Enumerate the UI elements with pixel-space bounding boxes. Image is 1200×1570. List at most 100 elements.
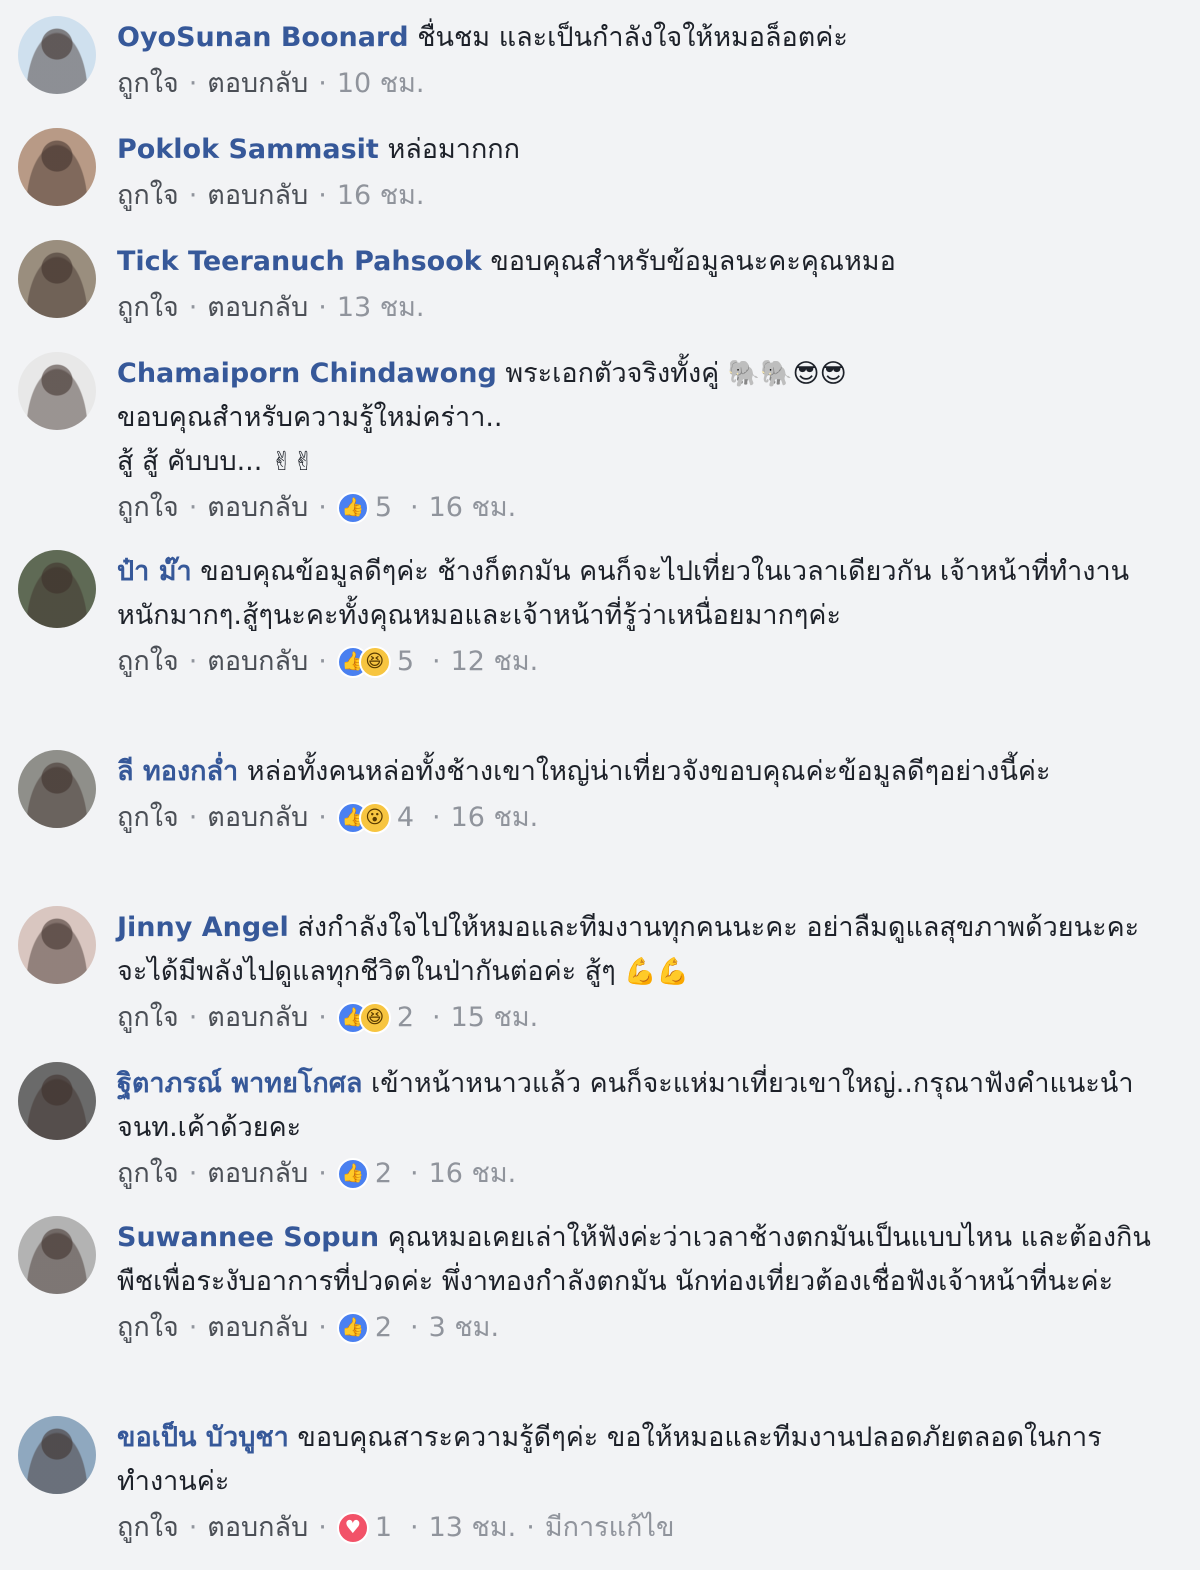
reply-link[interactable]: ตอบกลับ (207, 1306, 308, 1350)
like-link[interactable]: ถูกใจ (117, 1506, 179, 1550)
reply-link[interactable]: ตอบกลับ (207, 796, 308, 840)
reply-link[interactable]: ตอบกลับ (207, 486, 308, 530)
separator: · (318, 646, 327, 677)
reaction-summary[interactable]: 👍 😆 2 (336, 996, 414, 1040)
comment-time[interactable]: 12 ชม. (451, 640, 539, 684)
separator: · (188, 802, 198, 833)
commenter-name[interactable]: ขอเป็น บัวบูชา (117, 1422, 289, 1453)
comment-time[interactable]: 16 ชม. (429, 486, 517, 530)
reaction-count: 4 (396, 802, 414, 833)
like-link[interactable]: ถูกใจ (117, 1306, 179, 1350)
avatar[interactable] (18, 906, 96, 984)
haha-reaction-icon: 😆 (358, 1002, 391, 1034)
avatar-silhouette (18, 1216, 96, 1294)
edited-label[interactable]: มีการแก้ไข (545, 1506, 675, 1550)
separator: · (318, 1002, 327, 1033)
separator: · (432, 646, 441, 677)
emoji-flexed-biceps: 💪💪 (624, 957, 690, 987)
comment-time[interactable]: 13 ชม. (337, 286, 425, 330)
separator: · (188, 180, 198, 211)
reply-link[interactable]: ตอบกลับ (207, 640, 308, 684)
separator: · (410, 1312, 419, 1343)
wow-reaction-icon: 😮 (358, 802, 391, 834)
separator: · (188, 646, 198, 677)
commenter-name[interactable]: Suwannee Sopun (117, 1222, 379, 1253)
comment-text: ชื่นชม และเป็นกำลังใจให้หมอล็อตค่ะ (417, 22, 848, 53)
reply-link[interactable]: ตอบกลับ (207, 174, 308, 218)
like-link[interactable]: ถูกใจ (117, 640, 179, 684)
reaction-summary[interactable]: 👍 2 (336, 1306, 392, 1350)
avatar[interactable] (18, 128, 96, 206)
comment-time[interactable]: 13 ชม. (429, 1506, 517, 1550)
separator: · (318, 68, 327, 99)
avatar[interactable] (18, 16, 96, 94)
reaction-count: 1 (374, 1512, 392, 1543)
comment-time[interactable]: 15 ชม. (451, 996, 539, 1040)
comment-time[interactable]: 16 ชม. (451, 796, 539, 840)
avatar[interactable] (18, 240, 96, 318)
like-reaction-icon: 👍 (336, 1158, 369, 1190)
separator: · (188, 1158, 198, 1189)
comment-time[interactable]: 16 ชม. (429, 1152, 517, 1196)
like-link[interactable]: ถูกใจ (117, 486, 179, 530)
separator: · (318, 180, 327, 211)
like-reaction-icon: 👍 (336, 492, 369, 524)
avatar[interactable] (18, 550, 96, 628)
commenter-name[interactable]: OyoSunan Boonard (117, 22, 409, 53)
comment-text: หล่อมากกก (387, 134, 520, 165)
like-link[interactable]: ถูกใจ (117, 62, 179, 106)
reaction-summary[interactable]: 👍 😮 4 (336, 796, 414, 840)
commenter-name[interactable]: ลี ทองกล่ำ (117, 756, 238, 787)
reaction-summary[interactable]: ♥ 1 (336, 1506, 392, 1550)
separator: · (318, 492, 327, 523)
avatar[interactable] (18, 1062, 96, 1140)
avatar[interactable] (18, 352, 96, 430)
reaction-summary[interactable]: 👍 2 (336, 1152, 392, 1196)
commenter-name[interactable]: ฐิตาภรณ์ พาทยโกศล (117, 1068, 362, 1099)
reaction-summary[interactable]: 👍 5 (336, 486, 392, 530)
commenter-name[interactable]: Poklok Sammasit (117, 134, 379, 165)
like-link[interactable]: ถูกใจ (117, 796, 179, 840)
reaction-count: 2 (396, 1002, 414, 1033)
reaction-count: 2 (374, 1158, 392, 1189)
commenter-name[interactable]: Chamaiporn Chindawong (117, 358, 497, 389)
reply-link[interactable]: ตอบกลับ (207, 1506, 308, 1550)
like-reaction-icon: 👍 (336, 1312, 369, 1344)
avatar-silhouette (18, 550, 96, 628)
reply-link[interactable]: ตอบกลับ (207, 996, 308, 1040)
commenter-name[interactable]: ป๋า ม๊า (117, 556, 192, 587)
avatar-silhouette (18, 906, 96, 984)
comment-time[interactable]: 3 ชม. (429, 1306, 499, 1350)
reply-link[interactable]: ตอบกลับ (207, 286, 308, 330)
reaction-summary[interactable]: 👍 😆 5 (336, 640, 414, 684)
like-link[interactable]: ถูกใจ (117, 174, 179, 218)
separator: · (188, 1512, 198, 1543)
like-link[interactable]: ถูกใจ (117, 996, 179, 1040)
reaction-count: 5 (374, 492, 392, 523)
like-link[interactable]: ถูกใจ (117, 1152, 179, 1196)
separator: · (432, 802, 441, 833)
commenter-name[interactable]: Tick Teeranuch Pahsook (117, 246, 482, 277)
separator: · (188, 1312, 198, 1343)
separator: · (318, 292, 327, 323)
reply-link[interactable]: ตอบกลับ (207, 1152, 308, 1196)
comment-list: OyoSunan Boonard ชื่นชม และเป็นกำลังใจให… (0, 0, 1200, 1570)
separator: · (318, 1512, 327, 1543)
reply-link[interactable]: ตอบกลับ (207, 62, 308, 106)
comment-time[interactable]: 10 ชม. (337, 62, 425, 106)
comment-text: พระเอกตัวจริงทั้งคู่ (505, 358, 728, 389)
separator: · (432, 1002, 441, 1033)
comment-text-line2: ขอบคุณสำหรับความรู้ใหม่คร่าา.. (117, 402, 503, 433)
avatar[interactable] (18, 1416, 96, 1494)
separator: · (410, 492, 419, 523)
avatar[interactable] (18, 750, 96, 828)
separator: · (188, 1002, 198, 1033)
comment-time[interactable]: 16 ชม. (337, 174, 425, 218)
commenter-name[interactable]: Jinny Angel (117, 912, 289, 943)
reaction-count: 5 (396, 646, 414, 677)
separator: · (318, 802, 327, 833)
emoji-victory: ✌✌ (270, 447, 315, 477)
separator: · (410, 1512, 419, 1543)
avatar[interactable] (18, 1216, 96, 1294)
like-link[interactable]: ถูกใจ (117, 286, 179, 330)
